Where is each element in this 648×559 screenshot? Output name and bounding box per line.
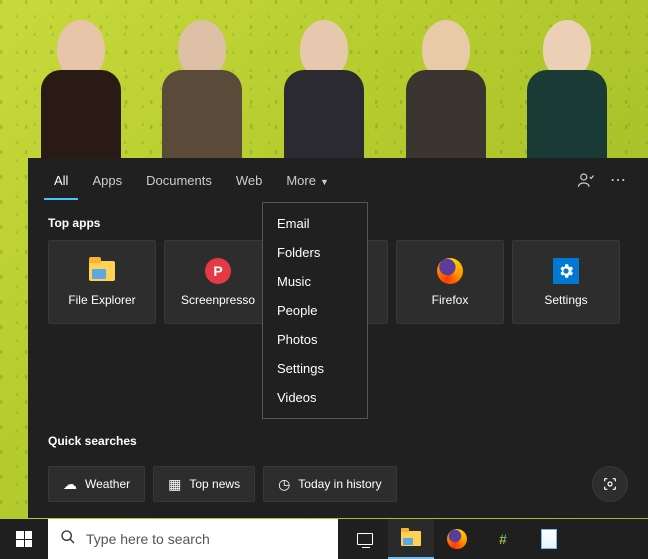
search-placeholder: Type here to search [86,531,210,547]
taskbar-slack[interactable] [480,519,526,559]
taskbar-pinned-apps [342,519,572,559]
taskbar-firefox[interactable] [434,519,480,559]
chevron-down-icon: ▼ [320,177,329,187]
screenshot-search-button[interactable] [592,466,628,502]
search-panel: All Apps Documents Web More▼ ⋯ Email Fol… [28,158,648,518]
taskbar: Type here to search [0,519,648,559]
tab-web[interactable]: Web [226,161,273,200]
dropdown-item-music[interactable]: Music [263,267,367,296]
dropdown-item-people[interactable]: People [263,296,367,325]
app-firefox[interactable]: Firefox [396,240,504,324]
quick-top-news[interactable]: ▦Top news [153,466,255,502]
dropdown-item-settings[interactable]: Settings [263,354,367,383]
clock-icon: ◷ [278,476,290,493]
app-label: Screenpresso [181,293,255,307]
news-icon: ▦ [168,476,181,493]
taskbar-task-view[interactable] [342,519,388,559]
weather-icon: ☁ [63,476,77,493]
slack-icon [494,530,512,548]
taskbar-notepad[interactable] [526,519,572,559]
file-explorer-icon [88,257,116,285]
quick-searches-section: Quick searches ☁Weather ▦Top news ◷Today… [28,420,648,502]
more-options-icon[interactable]: ⋯ [604,166,632,194]
quick-weather[interactable]: ☁Weather [48,466,145,502]
start-button[interactable] [0,519,48,559]
dropdown-item-email[interactable]: Email [263,209,367,238]
app-screenpresso[interactable]: P Screenpresso [164,240,272,324]
settings-icon [552,257,580,285]
quick-searches-heading: Quick searches [28,420,648,458]
more-dropdown: Email Folders Music People Photos Settin… [262,202,368,419]
dropdown-item-photos[interactable]: Photos [263,325,367,354]
notepad-icon [541,529,557,549]
wallpaper-people [0,0,648,160]
app-label: Settings [544,293,587,307]
taskbar-search-box[interactable]: Type here to search [48,519,338,559]
search-icon [60,529,76,549]
search-scope-tabs: All Apps Documents Web More▼ ⋯ [28,158,648,202]
tab-documents[interactable]: Documents [136,161,222,200]
firefox-icon [447,529,467,549]
feedback-icon[interactable] [572,166,600,194]
app-label: File Explorer [68,293,135,307]
dropdown-item-folders[interactable]: Folders [263,238,367,267]
dropdown-item-videos[interactable]: Videos [263,383,367,412]
tab-more[interactable]: More▼ [276,161,339,200]
file-explorer-icon [401,531,421,546]
app-settings[interactable]: Settings [512,240,620,324]
tab-all[interactable]: All [44,161,78,200]
firefox-icon [436,257,464,285]
taskbar-file-explorer[interactable] [388,519,434,559]
task-view-icon [357,533,373,545]
app-label: Firefox [432,293,469,307]
tab-apps[interactable]: Apps [82,161,132,200]
app-file-explorer[interactable]: File Explorer [48,240,156,324]
windows-logo-icon [16,531,32,547]
quick-today-history[interactable]: ◷Today in history [263,466,397,502]
screenpresso-icon: P [204,257,232,285]
